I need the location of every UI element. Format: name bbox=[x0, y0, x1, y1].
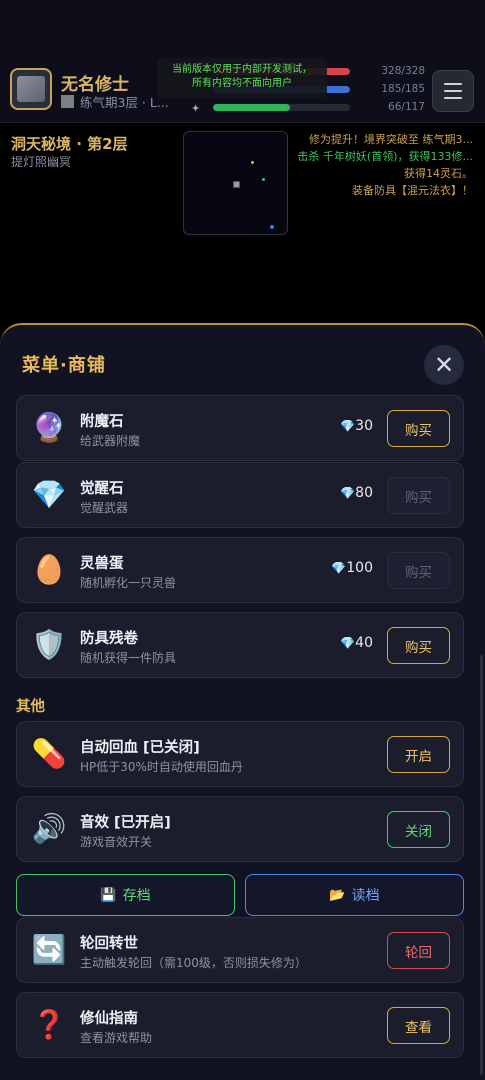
item-description: 游戏音效开关 bbox=[80, 835, 153, 849]
item-name: 防具残卷 bbox=[80, 631, 138, 647]
gem-icon: 💎 bbox=[331, 561, 347, 575]
item-description: 随机获得一件防具 bbox=[80, 651, 177, 665]
question-icon: ❓ bbox=[31, 1008, 67, 1041]
action-button[interactable]: 开启 bbox=[387, 736, 450, 773]
close-icon: ✕ bbox=[433, 351, 455, 379]
gem-icon: 💎 bbox=[340, 419, 356, 433]
shop-item-card: ❓ 修仙指南 查看游戏帮助 查看 bbox=[16, 992, 464, 1058]
close-button[interactable]: ✕ bbox=[424, 345, 464, 385]
exp-bar bbox=[213, 104, 350, 111]
floppy-icon: 💾 bbox=[100, 887, 117, 903]
item-price: 💎100 bbox=[331, 560, 373, 576]
gem-icon: 💎 bbox=[340, 636, 356, 650]
shield-icon: 🛡️ bbox=[31, 628, 67, 661]
action-button[interactable]: 关闭 bbox=[387, 811, 450, 848]
hp-value: 328/328 bbox=[381, 65, 425, 77]
shop-item-card: 🥚 灵兽蛋 随机孵化一只灵兽 💎100 购买 bbox=[16, 537, 464, 603]
item-description: 主动触发轮回（需100级，否则损失修为） bbox=[80, 956, 307, 970]
shop-item-card: 🛡️ 防具残卷 随机获得一件防具 💎40 购买 bbox=[16, 612, 464, 678]
price-value: 80 bbox=[355, 485, 373, 501]
sparkle-icon: ✦ bbox=[191, 102, 201, 115]
cycle-icon: 🔄 bbox=[31, 933, 67, 966]
shop-item-card: 🔄 轮回转世 主动触发轮回（需100级，否则损失修为） 轮回 bbox=[16, 917, 464, 983]
speaker-icon: 🔊 bbox=[31, 812, 67, 845]
item-price: 💎40 bbox=[340, 635, 373, 651]
item-description: 查看游戏帮助 bbox=[80, 1031, 153, 1045]
price-value: 100 bbox=[346, 560, 373, 576]
gem-icon: 💎 bbox=[340, 486, 356, 500]
item-name: 觉醒石 bbox=[80, 481, 124, 497]
realm-text: 练气期3层 · L... bbox=[80, 95, 169, 110]
save-button[interactable]: 💾 存档 bbox=[16, 874, 235, 916]
price-value: 30 bbox=[355, 418, 373, 434]
item-price: 💎80 bbox=[340, 485, 373, 501]
buy-button[interactable]: 购买 bbox=[387, 410, 450, 447]
item-name: 灵兽蛋 bbox=[80, 556, 124, 572]
action-button[interactable]: 轮回 bbox=[387, 932, 450, 969]
battle-log: 修为提升！境界突破至 练气期3... 击杀 千年树妖(首领)，获得133修... 获… bbox=[283, 131, 473, 199]
action-button[interactable]: 查看 bbox=[387, 1007, 450, 1044]
section-other-title: 其他 bbox=[16, 699, 45, 715]
minimap-exit-marker bbox=[270, 225, 274, 229]
save-label: 存档 bbox=[122, 888, 151, 904]
shop-item-card: 🔮 附魔石 给武器附魔 💎30 购买 bbox=[16, 395, 464, 461]
minimap[interactable] bbox=[183, 131, 288, 235]
buy-button[interactable]: 购买 bbox=[387, 627, 450, 664]
pill-icon: 💊 bbox=[31, 737, 67, 770]
item-name: 修仙指南 bbox=[80, 1011, 138, 1027]
notice-line-1: 当前版本仅用于内部开发测试， bbox=[172, 64, 312, 75]
log-line: 修为提升！境界突破至 练气期3... bbox=[309, 133, 473, 146]
diamond-icon: 💎 bbox=[31, 478, 67, 511]
item-description: HP低于30%时自动使用回血丹 bbox=[80, 760, 243, 774]
item-price: 💎30 bbox=[340, 418, 373, 434]
buy-button[interactable]: 购买 bbox=[387, 552, 450, 589]
avatar[interactable] bbox=[10, 68, 52, 110]
buy-button[interactable]: 购买 bbox=[387, 477, 450, 514]
status-bar: 无名修士 练气期3层 · L... 328/328 185/185 ✦ 66/1… bbox=[0, 0, 485, 123]
item-name: 音效 [已开启] bbox=[80, 815, 171, 831]
location-subtitle: 提灯照幽冥 bbox=[11, 155, 72, 169]
notice-line-2: 所有内容均不面向用户 bbox=[192, 78, 292, 89]
folder-icon: 📂 bbox=[329, 887, 346, 903]
egg-icon: 🥚 bbox=[31, 553, 67, 586]
item-description: 给武器附魔 bbox=[80, 434, 141, 448]
item-name: 轮回转世 bbox=[80, 936, 138, 952]
shop-item-card: 💎 觉醒石 觉醒武器 💎80 购买 bbox=[16, 462, 464, 528]
menu-button[interactable] bbox=[432, 70, 474, 112]
exp-value: 66/117 bbox=[388, 101, 425, 113]
item-name: 附魔石 bbox=[80, 414, 124, 430]
dev-notice: 当前版本仅用于内部开发测试， 所有内容均不面向用户 bbox=[157, 58, 327, 98]
log-line: 获得14灵石。 bbox=[404, 167, 473, 180]
item-name: 自动回血 [已关闭] bbox=[80, 740, 200, 756]
item-description: 觉醒武器 bbox=[80, 501, 129, 515]
price-value: 40 bbox=[355, 635, 373, 651]
panel-title: 菜单·商铺 bbox=[22, 355, 106, 376]
minimap-player-marker bbox=[233, 181, 240, 188]
minimap-item-marker bbox=[251, 161, 254, 164]
mp-value: 185/185 bbox=[381, 83, 425, 95]
minimap-monster-marker bbox=[262, 178, 265, 181]
avatar-image bbox=[17, 76, 45, 102]
item-description: 随机孵化一只灵兽 bbox=[80, 576, 177, 590]
menu-icon bbox=[444, 83, 462, 85]
shop-item-card: 🔊 音效 [已开启] 游戏音效开关 关闭 bbox=[16, 796, 464, 862]
load-label: 读档 bbox=[351, 888, 380, 904]
player-realm: 练气期3层 · L... bbox=[61, 92, 169, 111]
crystal-ball-icon: 🔮 bbox=[31, 411, 67, 444]
log-line: 装备防具【混元法衣】！ bbox=[352, 184, 473, 197]
load-button[interactable]: 📂 读档 bbox=[245, 874, 464, 916]
location-name: 洞天秘境 · 第2层 bbox=[11, 135, 128, 153]
realm-icon bbox=[61, 95, 74, 108]
scrollbar[interactable] bbox=[480, 655, 483, 1075]
log-line: 击杀 千年树妖(首领)，获得133修... bbox=[297, 150, 473, 163]
shop-item-card: 💊 自动回血 [已关闭] HP低于30%时自动使用回血丹 开启 bbox=[16, 721, 464, 787]
shop-panel: 菜单·商铺 ✕ 🔮 附魔石 给武器附魔 💎30 购买 💎 觉醒石 觉醒武器 💎80 购买… bbox=[0, 323, 485, 1080]
